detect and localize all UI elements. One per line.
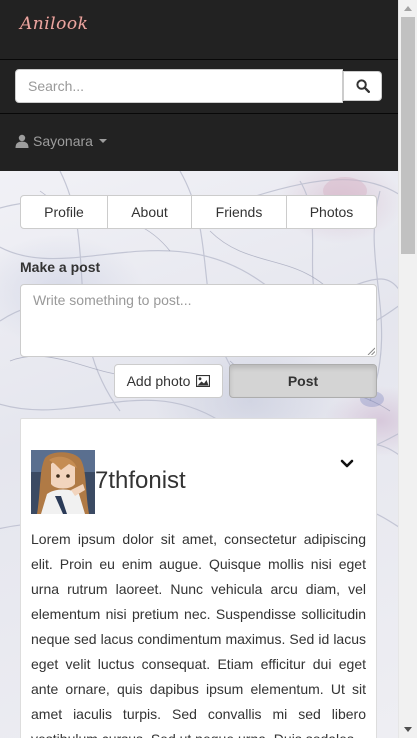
caret-down-icon [98, 139, 107, 143]
tab-about[interactable]: About [108, 196, 192, 228]
user-nav: Sayonara [0, 114, 398, 171]
search-icon [355, 79, 370, 93]
post-body: Lorem ipsum dolor sit amet, consectetur … [31, 531, 366, 738]
user-dropdown-toggle[interactable]: Sayonara [15, 133, 107, 149]
scroll-down-arrow-icon[interactable] [399, 721, 417, 738]
scroll-up-arrow-icon[interactable] [399, 0, 417, 17]
make-post-label: Make a post [20, 259, 101, 275]
search-input[interactable] [15, 69, 343, 103]
search-form [0, 60, 398, 113]
search-button[interactable] [343, 71, 382, 101]
picture-icon [196, 375, 211, 387]
user-icon [15, 134, 29, 148]
brand-logo[interactable]: Anilook [20, 14, 88, 34]
scrollbar-thumb[interactable] [401, 17, 415, 254]
post-button[interactable]: Post [229, 364, 377, 398]
tab-profile[interactable]: Profile [21, 196, 108, 228]
profile-tabs: Profile About Friends Photos [20, 195, 377, 229]
tab-friends[interactable]: Friends [192, 196, 287, 228]
user-name: Sayonara [33, 133, 93, 149]
avatar-image [31, 450, 95, 514]
post-author[interactable]: 7thfonist [95, 467, 186, 495]
add-photo-button[interactable]: Add photo [114, 364, 223, 398]
add-photo-label: Add photo [126, 373, 191, 389]
navbar-header: Anilook [0, 0, 398, 59]
chevron-down-icon[interactable] [339, 457, 355, 471]
post-textarea[interactable] [20, 284, 377, 357]
post-card: 7thfonist Lorem ipsum dolor sit amet, co… [20, 418, 377, 738]
vertical-scrollbar[interactable] [398, 0, 417, 738]
page: Anilook Sayonara [0, 0, 398, 738]
resize-handle-icon[interactable] [367, 347, 375, 355]
tab-photos[interactable]: Photos [287, 196, 376, 228]
avatar[interactable] [31, 450, 95, 514]
